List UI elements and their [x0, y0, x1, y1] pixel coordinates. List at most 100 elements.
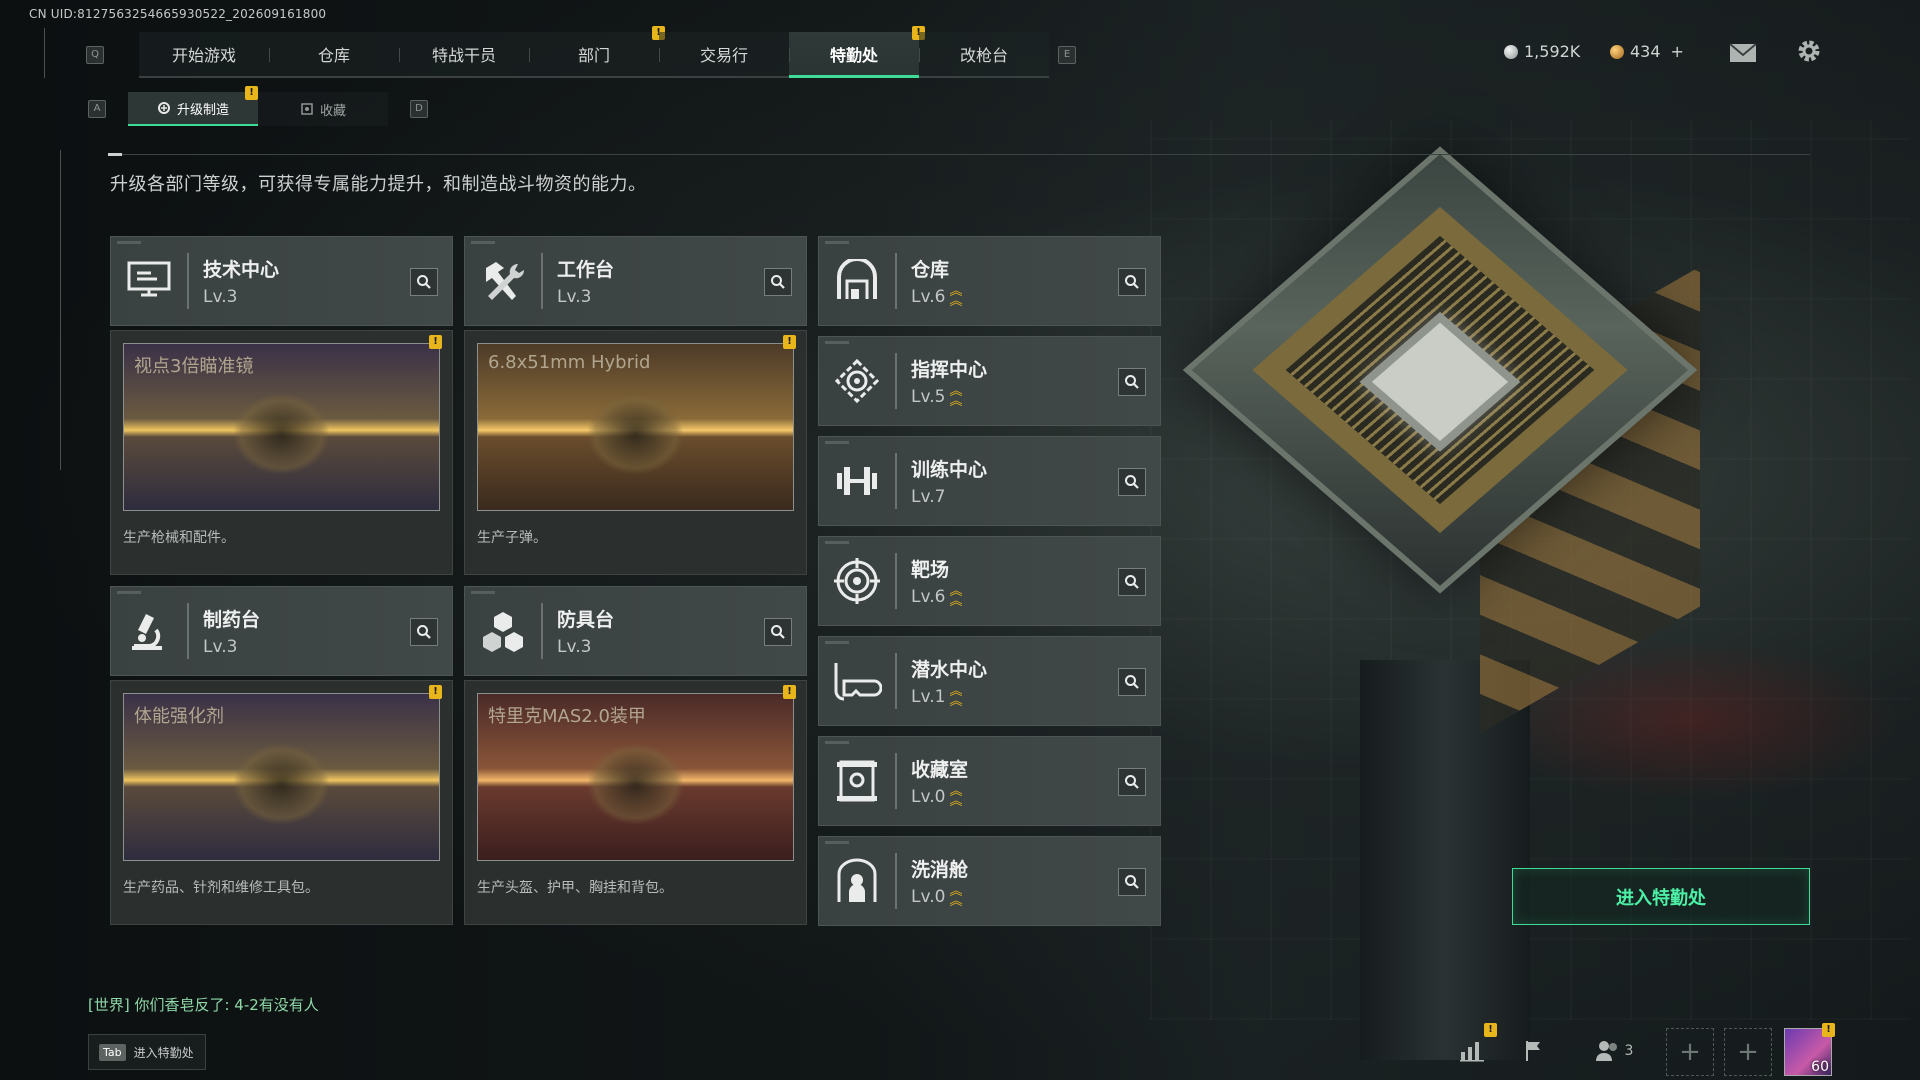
nav-tab-3[interactable]: 部门! [529, 26, 665, 78]
card-corner-mark [825, 341, 849, 344]
frame-line [60, 150, 61, 470]
department-level: Lv.0 ︽ ︽ [911, 785, 962, 808]
nav-tab-label: 特战干员 [431, 46, 496, 65]
nav-tab-2[interactable]: 特战干员 [399, 32, 529, 78]
level-text: Lv.3 [203, 637, 238, 657]
add-squad-slot-1[interactable]: + [1666, 1028, 1714, 1076]
card-corner-mark [825, 241, 849, 244]
search-icon[interactable] [1118, 368, 1146, 396]
nav-tab-1[interactable]: 仓库 [269, 32, 399, 78]
department-name: 工作台 [557, 259, 615, 281]
production-item-name: 特里克MAS2.0装甲 [488, 706, 646, 727]
department-name: 训练中心 [911, 459, 988, 481]
hammer-wrench-icon [477, 255, 529, 307]
department-level: Lv.7 [911, 487, 945, 507]
subtab-upgrade-manufacture[interactable]: 升级制造 ! [128, 86, 258, 126]
department-card[interactable]: 训练中心 Lv.7 [818, 436, 1161, 526]
nav-tab-4[interactable]: 交易行 [659, 32, 789, 78]
silver-currency[interactable]: 1,592K [1504, 42, 1580, 61]
level-text: Lv.3 [557, 287, 592, 307]
display-case-icon [831, 755, 883, 807]
production-item-name: 体能强化剂 [134, 706, 224, 727]
department-name: 洗消舱 [911, 859, 969, 881]
department-level: Lv.6 ︽ ︽ [911, 585, 962, 608]
alert-badge: ! [1484, 1023, 1497, 1037]
card-separator [541, 253, 543, 309]
search-icon[interactable] [1118, 468, 1146, 496]
nav-tab-0[interactable]: 开始游戏 [139, 32, 269, 78]
stats-button[interactable]: ! [1454, 1023, 1497, 1074]
department-name: 制药台 [203, 609, 261, 631]
production-item-image: 6.8x51mm Hybrid [477, 343, 794, 511]
settings-gear-icon[interactable] [1794, 38, 1824, 64]
card-separator [895, 553, 897, 609]
search-icon[interactable] [764, 618, 792, 646]
search-icon[interactable] [1118, 568, 1146, 596]
production-panel[interactable]: 特里克MAS2.0装甲! 生产头盔、护甲、胸挂和背包。 [464, 680, 807, 925]
player-avatar[interactable]: 60 ! [1784, 1023, 1835, 1076]
subtab-label: 升级制造 [176, 102, 229, 118]
world-chat-message[interactable]: [世界] 你们香皂反了: 4-2有没有人 [88, 994, 319, 1015]
department-card[interactable]: 技术中心 Lv.3 [110, 236, 453, 326]
card-separator [187, 253, 189, 309]
gold-amount: 434 [1630, 42, 1661, 61]
production-panel[interactable]: 视点3倍瞄准镜! 生产枪械和配件。 [110, 330, 453, 575]
department-card[interactable]: 仓库 Lv.6 ︽ ︽ [818, 236, 1161, 326]
level-text: Lv.5 [911, 387, 946, 407]
background-pillar [1360, 660, 1530, 1060]
card-separator [895, 253, 897, 309]
upgrade-chevron-icon: ︽ ︽ [949, 684, 962, 709]
department-card[interactable]: 收藏室 Lv.0 ︽ ︽ [818, 736, 1161, 826]
nav-tab-label: 部门 [577, 46, 610, 65]
department-card[interactable]: 制药台 Lv.3 [110, 586, 453, 676]
nav-tab-label: 改枪台 [959, 46, 1008, 65]
department-level: Lv.6 ︽ ︽ [911, 285, 962, 308]
production-panel[interactable]: 6.8x51mm Hybrid! 生产子弹。 [464, 330, 807, 575]
nav-tab-6[interactable]: 改枪台 [919, 32, 1049, 78]
nav-tab-5[interactable]: 特勤处! [789, 26, 925, 78]
alert-badge: ! [783, 685, 796, 699]
subtab-next-key-hint[interactable]: D [410, 100, 428, 118]
department-card[interactable]: 防具台 Lv.3 [464, 586, 807, 676]
search-icon[interactable] [1118, 268, 1146, 296]
friends-count: 3 [1624, 1043, 1634, 1059]
subtab-prev-key-hint[interactable]: A [88, 100, 106, 118]
department-card[interactable]: 指挥中心 Lv.5 ︽ ︽ [818, 336, 1161, 426]
friends-button[interactable]: 3 [1588, 1028, 1640, 1074]
nav-prev-key-hint[interactable]: Q [86, 46, 104, 64]
gold-currency[interactable]: 434 + [1610, 42, 1684, 61]
search-icon[interactable] [410, 268, 438, 296]
search-icon[interactable] [1118, 768, 1146, 796]
nav-tab-label: 特勤处 [829, 45, 878, 65]
department-card[interactable]: 洗消舱 Lv.0 ︽ ︽ [818, 836, 1161, 926]
subtab-label: 收藏 [319, 103, 346, 119]
nav-next-key-hint[interactable]: E [1058, 46, 1076, 64]
app-root: CN UID:8127563254665930522_202609161800 … [0, 0, 1920, 1080]
add-squad-slot-2[interactable]: + [1724, 1028, 1772, 1076]
enter-special-ops-button[interactable]: 进入特勤处 [1512, 868, 1810, 925]
nav-tab-label: 仓库 [317, 46, 350, 65]
card-corner-mark [471, 591, 495, 594]
mail-icon[interactable] [1728, 40, 1758, 66]
flag-button[interactable] [1516, 1028, 1552, 1074]
tab-hint-label: 进入特勤处 [133, 1045, 194, 1060]
subtab-collection[interactable]: 收藏 [258, 92, 388, 126]
tab-key-hint[interactable]: Tab 进入特勤处 [88, 1034, 206, 1070]
production-panel[interactable]: 体能强化剂! 生产药品、针剂和维修工具包。 [110, 680, 453, 925]
search-icon[interactable] [410, 618, 438, 646]
page-description: 升级各部门等级，可获得专属能力提升，和制造战斗物资的能力。 [110, 174, 647, 195]
department-card[interactable]: 靶场 Lv.6 ︽ ︽ [818, 536, 1161, 626]
production-description: 生产头盔、护甲、胸挂和背包。 [477, 880, 673, 896]
add-gold-button[interactable]: + [1671, 42, 1684, 61]
search-icon[interactable] [764, 268, 792, 296]
search-icon[interactable] [1118, 868, 1146, 896]
search-icon[interactable] [1118, 668, 1146, 696]
production-item-image: 视点3倍瞄准镜 [123, 343, 440, 511]
department-card[interactable]: 潜水中心 Lv.1 ︽ ︽ [818, 636, 1161, 726]
card-corner-mark [825, 541, 849, 544]
card-separator [895, 353, 897, 409]
department-card[interactable]: 工作台 Lv.3 [464, 236, 807, 326]
department-level: Lv.3 [203, 637, 237, 657]
level-text: Lv.0 [911, 787, 946, 807]
level-text: Lv.6 [911, 587, 946, 607]
